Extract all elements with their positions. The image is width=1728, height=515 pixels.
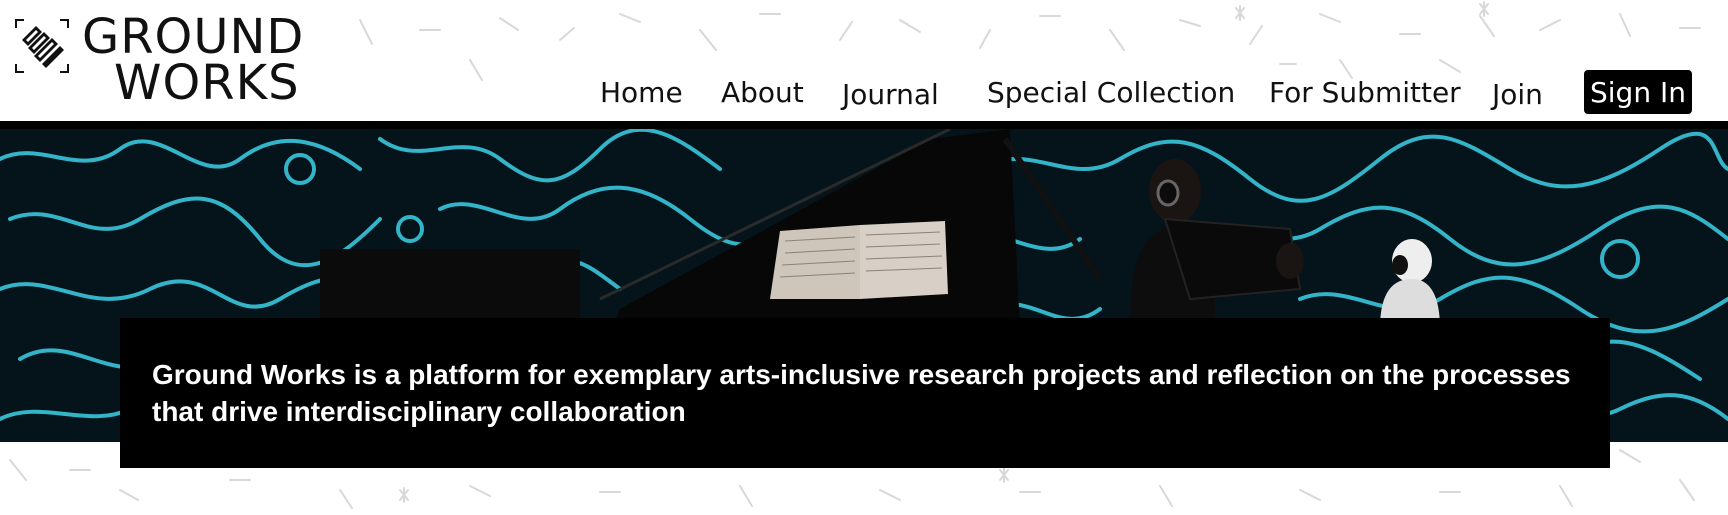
nav-journal[interactable]: Journal — [842, 78, 939, 111]
site-header: GROUND WORKS Home About Journal Special … — [0, 0, 1728, 121]
nav-special-collection[interactable]: Special Collection — [987, 76, 1235, 109]
sign-in-button[interactable]: Sign In — [1584, 70, 1692, 114]
header-divider — [0, 121, 1728, 129]
nav-about[interactable]: About — [721, 76, 804, 109]
hero-caption: Ground Works is a platform for exemplary… — [120, 318, 1610, 468]
nav-for-submitter[interactable]: For Submitter — [1269, 76, 1461, 109]
stacked-slashes-logo-icon — [15, 19, 69, 73]
main-nav: Home About Journal Special Collection Fo… — [0, 70, 1728, 120]
nav-home[interactable]: Home — [600, 76, 683, 109]
nav-join[interactable]: Join — [1492, 78, 1543, 111]
logo-line-1: GROUND — [82, 9, 305, 65]
hero-caption-text: Ground Works is a platform for exemplary… — [152, 359, 1571, 427]
